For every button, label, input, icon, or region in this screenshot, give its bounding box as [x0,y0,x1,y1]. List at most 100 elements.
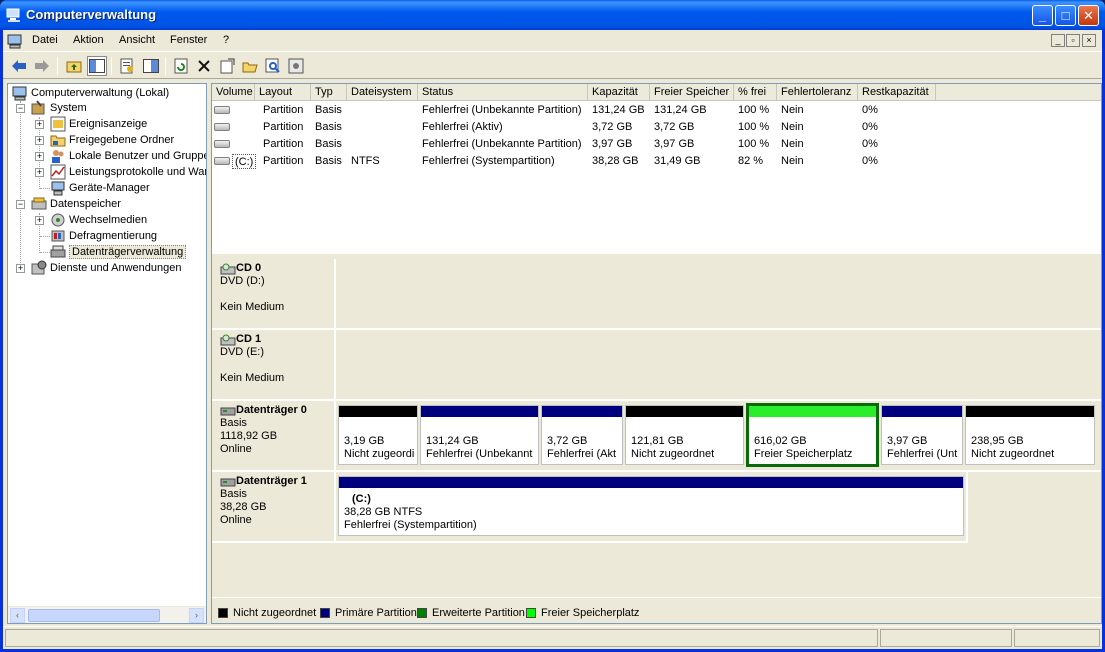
document-window-icon[interactable] [7,33,23,49]
partition-c[interactable]: (C:) 38,28 GB NTFS Fehlerfrei (Systempar… [338,476,964,536]
open-folder-icon [242,62,258,73]
properties-button[interactable] [117,56,137,76]
expand-toggle[interactable]: + [35,136,44,145]
volume-row[interactable]: Partition Basis Fehlerfrei (Unbekannte Par… [212,102,1101,119]
disk-label-cd1[interactable]: CD 1 DVD (E:) Kein Medium [212,330,336,401]
tree-item-services[interactable]: Dienste und Anwendungen [31,260,182,276]
search-button[interactable] [263,56,283,76]
status-bar [3,626,1102,649]
tree-item-system[interactable]: System [31,100,87,116]
scroll-left-icon[interactable]: ‹ [10,608,25,623]
tree-item-performance-logs[interactable]: Leistungsprotokolle und War [50,164,207,180]
volume-list: Volume Layout Typ Dateisystem Status Kap… [212,84,1101,256]
partition-primary[interactable]: 3,72 GB Fehlerfrei (Akt [541,405,623,465]
menu-ansicht[interactable]: Ansicht [119,34,155,46]
legend-swatch [526,608,536,618]
column-header-capacity[interactable]: Kapazität [588,84,650,101]
expand-toggle-services[interactable]: + [16,264,25,273]
minimize-button[interactable]: _ [1032,5,1053,26]
delete-button[interactable] [194,56,214,76]
defrag-icon [51,230,65,242]
settings-button[interactable] [286,56,306,76]
column-header-filesystem[interactable]: Dateisystem [347,84,418,101]
tree-item-local-users[interactable]: Lokale Benutzer und Gruppe [50,148,206,164]
drive-icon [214,123,230,131]
volume-row[interactable]: (C:) Partition Basis NTFS Fehlerfrei (System… [212,153,1101,170]
column-header-type[interactable]: Typ [311,84,347,101]
column-header-volume[interactable]: Volume [212,84,255,101]
expand-toggle[interactable]: + [35,168,44,177]
computer-management-icon [6,8,20,22]
forward-button[interactable] [32,56,52,76]
partition-unallocated[interactable]: 3,19 GB Nicht zugeordi [338,405,418,465]
properties-icon [120,58,133,74]
menu-datei[interactable]: Datei [32,34,58,46]
column-header-status[interactable]: Status [418,84,588,101]
tree-item-event-viewer[interactable]: Ereignisanzeige [50,116,147,132]
close-button[interactable]: ✕ [1078,5,1099,26]
tree-item-defragmentation[interactable]: Defragmentierung [50,228,157,244]
expand-toggle-system[interactable]: − [16,104,25,113]
menu-aktion[interactable]: Aktion [73,34,104,46]
partition-status: Fehlerfrei (Unt [887,448,958,460]
disk-label-cd0[interactable]: CD 0 DVD (D:) Kein Medium [212,259,336,330]
drive-icon [214,106,230,114]
back-arrow-icon [12,60,26,72]
tree-item-root[interactable]: Computerverwaltung (Lokal) [12,85,169,101]
partition-size: 616,02 GB [754,435,807,447]
volume-cell: Fehlerfrei (Aktiv) [422,121,503,133]
volume-cell: 131,24 GB [592,104,645,116]
volume-row[interactable]: Partition Basis Fehlerfrei (Aktiv) 3,72 GB 3… [212,119,1101,136]
tree-item-disk-management[interactable]: Datenträgerverwaltung [50,244,187,260]
column-header-fault-tolerance[interactable]: Fehlertoleranz [777,84,858,101]
partition-unallocated[interactable]: 238,95 GB Nicht zugeordnet [965,405,1095,465]
tree-item-removable-storage[interactable]: Wechselmedien [50,212,147,228]
expand-toggle[interactable]: + [35,120,44,129]
child-restore-button[interactable]: ▫ [1066,34,1080,47]
column-header-overhead[interactable]: Restkapazität [858,84,936,101]
check-button[interactable] [217,56,237,76]
scroll-right-icon[interactable]: › [189,608,204,623]
show-hide-tree-button[interactable] [87,56,107,76]
partition-size: 131,24 GB [426,435,479,447]
expand-toggle[interactable]: + [35,152,44,161]
tree-label: Leistungsprotokolle und War [69,166,207,178]
volume-row[interactable]: Partition Basis Fehlerfrei (Unbekannte Par… [212,136,1101,153]
legend-item: Primäre Partition [320,607,417,619]
column-header-free-space[interactable]: Freier Speicher [650,84,734,101]
app-window: Computerverwaltung _ □ ✕ Datei Aktion An… [0,0,1105,652]
back-button[interactable] [9,56,29,76]
menu-help[interactable]: ? [223,34,229,46]
tree-item-storage[interactable]: Datenspeicher [31,196,121,212]
column-header-percent-free[interactable]: % frei [734,84,777,101]
child-minimize-button[interactable]: _ [1051,34,1065,47]
tree-label: Geräte-Manager [69,182,150,194]
maximize-button[interactable]: □ [1055,5,1076,26]
refresh-button[interactable] [171,56,191,76]
partition-unallocated[interactable]: 121,81 GB Nicht zugeordnet [625,405,744,465]
toolbar [3,53,1102,79]
help-view-button[interactable] [141,56,161,76]
forward-arrow-icon [35,60,49,72]
expand-toggle[interactable]: + [35,216,44,225]
window-title: Computerverwaltung [26,7,157,22]
partition-free[interactable]: 616,02 GB Freier Speicherplatz [746,403,879,467]
minimize-icon: _ [1038,8,1047,23]
disk-name: CD 0 [236,262,262,274]
tree-item-device-manager[interactable]: Geräte-Manager [50,180,150,196]
disk-label-disk1[interactable]: Datenträger 1 Basis 38,28 GB Online [212,472,336,543]
disk-row-cd0: CD 0 DVD (D:) Kein Medium [212,259,1101,330]
partition-size: 38,28 GB NTFS [344,506,423,518]
child-close-button[interactable]: × [1082,34,1096,47]
partition-primary[interactable]: 3,97 GB Fehlerfrei (Unt [881,405,963,465]
up-one-level-button[interactable] [64,56,84,76]
tree-item-shared-folders[interactable]: Freigegebene Ordner [50,132,174,148]
partition-primary[interactable]: 131,24 GB Fehlerfrei (Unbekannt [420,405,539,465]
scroll-thumb[interactable] [28,609,160,622]
open-folder-button[interactable] [240,56,260,76]
menu-fenster[interactable]: Fenster [170,34,207,46]
tree-horizontal-scrollbar[interactable]: ‹ › [8,606,206,623]
expand-toggle-storage[interactable]: − [16,200,25,209]
disk-label-disk0[interactable]: Datenträger 0 Basis 1118,92 GB Online [212,401,336,472]
column-header-layout[interactable]: Layout [255,84,311,101]
